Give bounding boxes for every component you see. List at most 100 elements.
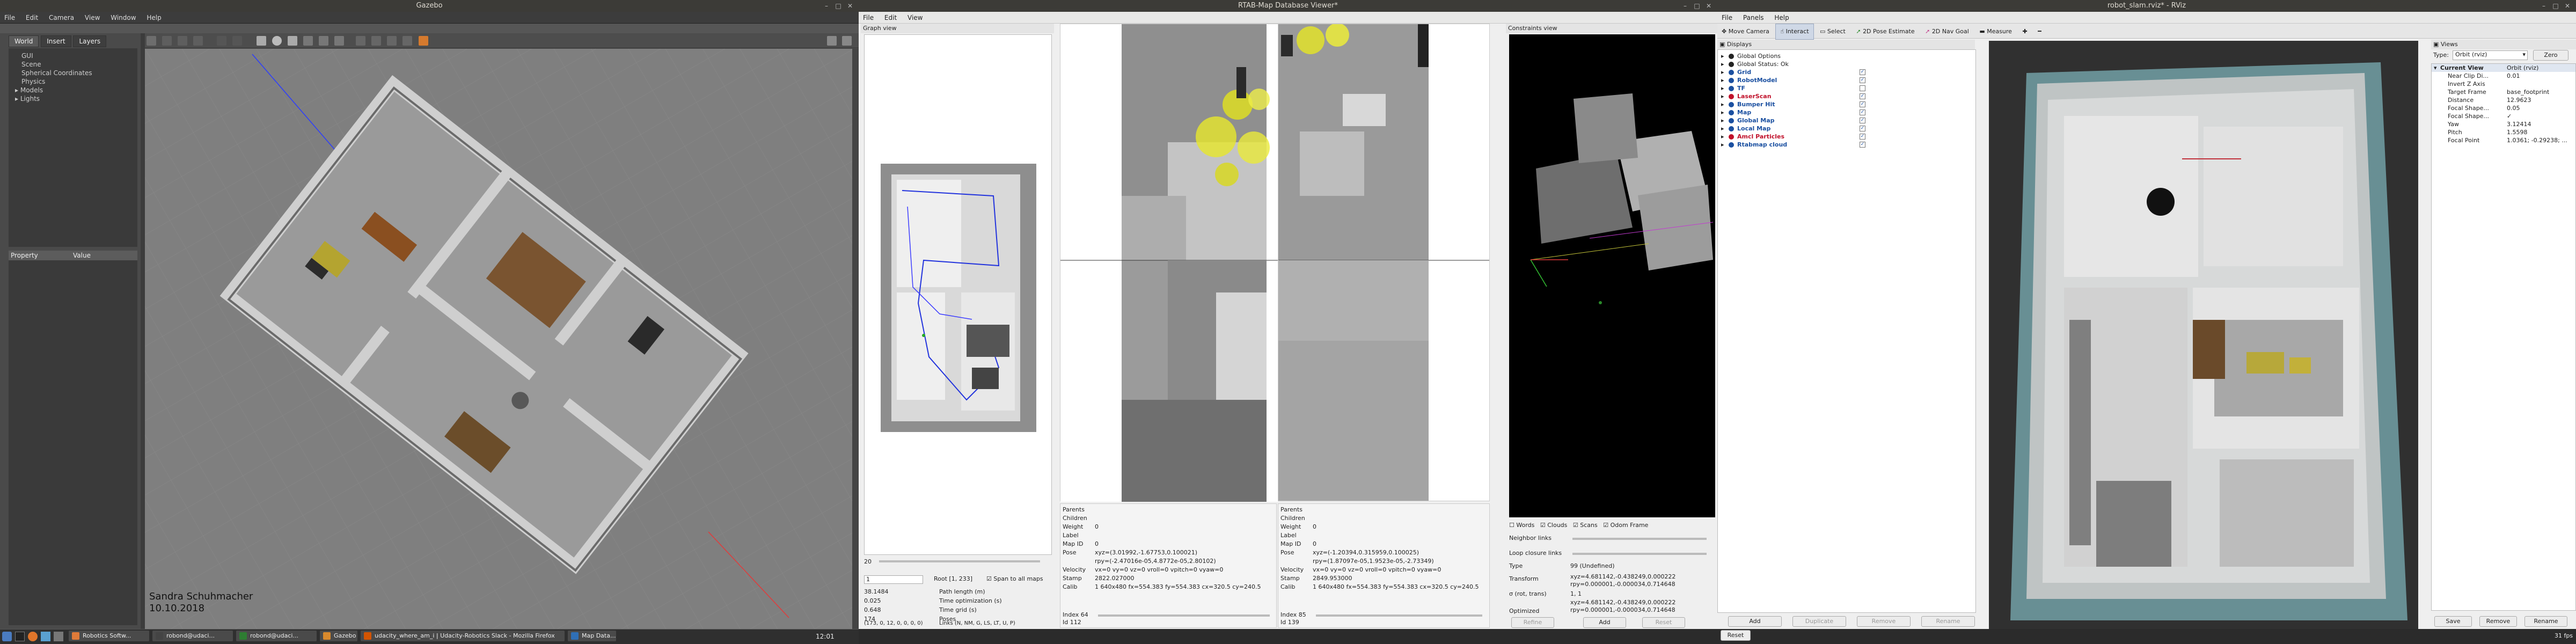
splitter[interactable] [141,33,145,629]
screenshot-icon[interactable] [827,36,837,46]
expand-arrow-icon[interactable]: ▸ [15,95,20,103]
view-prop-row[interactable]: Yaw 3.12414 [2432,120,2575,128]
tab-layers[interactable]: Layers [73,35,107,47]
undo-icon[interactable] [217,36,227,46]
taskbar-button[interactable]: robond@udaci... [236,631,317,641]
tab-world[interactable]: World [9,35,39,47]
menu-window[interactable]: Window [106,12,140,24]
display-checkbox[interactable] [1860,85,1865,91]
display-item[interactable]: ▸ TF [1718,84,1975,92]
check-scans[interactable]: ☑ Scans [1573,522,1598,529]
menu-help[interactable]: Help [142,12,165,24]
sphere-icon[interactable] [272,36,282,46]
menu-file[interactable]: File [1717,12,1737,24]
display-item[interactable]: ▸ Map ✓ [1718,108,1975,116]
taskbar-button[interactable]: udacity_where_am_i | Udacity-Robotics Sl… [361,631,565,641]
save-view-button[interactable]: Save [2434,616,2472,627]
log-icon[interactable] [842,36,852,46]
taskbar-button[interactable]: Robotics Softw... [69,631,149,641]
gazebo-viewport[interactable]: Sandra Schuhmacher 10.10.2018 [145,49,852,629]
cylinder-icon[interactable] [287,36,297,46]
span-to-all-maps[interactable]: ☑ Span to all maps [986,575,1043,583]
change-view-icon[interactable] [418,36,428,46]
display-checkbox[interactable]: ✓ [1860,126,1865,131]
reset-button[interactable]: Reset [1642,617,1685,628]
display-item[interactable]: ▸ Global Map ✓ [1718,116,1975,125]
refine-button[interactable]: Refine [1511,617,1554,628]
current-view-row[interactable]: ▾ Current View Orbit (rviz) [2432,64,2575,72]
select-arrow-icon[interactable] [147,36,156,46]
display-item[interactable]: ▸ Local Map ✓ [1718,125,1975,133]
rviz-render-panel[interactable] [1989,41,2418,629]
display-item[interactable]: ▸ Grid ✓ [1718,68,1975,76]
expand-arrow-icon[interactable]: ▸ [15,86,20,94]
tree-item-spherical[interactable]: Spherical Coordinates [11,69,135,77]
display-item[interactable]: ▸ Bumper Hit ✓ [1718,100,1975,108]
view-prop-row[interactable]: Invert Z Axis [2432,80,2575,88]
zero-button[interactable]: Zero [2533,50,2568,61]
menu-view[interactable]: View [903,12,927,24]
duplicate-display-button[interactable]: Duplicate [1792,616,1846,627]
expand-arrow-icon[interactable]: ▸ [1721,133,1724,141]
view-prop-row[interactable]: Near Clip Di... 0.01 [2432,72,2575,80]
check-odom[interactable]: ☑ Odom Frame [1603,522,1648,529]
maximize-icon[interactable]: □ [1693,2,1701,10]
display-item[interactable]: ▸ Amcl Particles ✓ [1718,133,1975,141]
expand-arrow-icon[interactable]: ▸ [1721,141,1724,149]
close-icon[interactable]: ✕ [1704,2,1713,10]
image-view-right[interactable] [1278,24,1490,501]
display-item[interactable]: ▸ Global Options [1718,52,1975,60]
add-tool-icon[interactable]: ✚ [2018,24,2031,39]
image-view-left[interactable] [1060,24,1278,502]
editor-launcher-icon[interactable] [54,632,63,641]
display-checkbox[interactable]: ✓ [1860,142,1865,148]
gazebo-scrollbar[interactable] [852,49,859,629]
expand-arrow-icon[interactable]: ▸ [1721,68,1724,76]
expand-arrow-icon[interactable]: ▸ [1721,60,1724,68]
translate-icon[interactable] [162,36,172,46]
display-checkbox[interactable]: ✓ [1860,77,1865,83]
display-checkbox[interactable]: ✓ [1860,118,1865,123]
menu-panels[interactable]: Panels [1739,12,1768,24]
menu-file[interactable]: File [859,12,878,24]
menu-help[interactable]: Help [1770,12,1793,24]
graph-slider[interactable] [879,560,1040,562]
expand-arrow-icon[interactable]: ▸ [1721,76,1724,84]
check-words[interactable]: ☐ Words [1509,522,1534,529]
display-item[interactable]: ▸ Rtabmap cloud ✓ [1718,141,1975,149]
index-slider-right[interactable] [1316,614,1482,617]
view-prop-row[interactable]: Target Frame base_footprint [2432,88,2575,96]
tool-nav-goal[interactable]: ➚ 2D Nav Goal [1921,24,1973,39]
expand-arrow-icon[interactable]: ▸ [1721,116,1724,125]
tool-pose-estimate[interactable]: ➚ 2D Pose Estimate [1851,24,1919,39]
add-display-button[interactable]: Add [1728,616,1782,627]
menu-view[interactable]: View [80,12,104,24]
tool-measure[interactable]: ▬ Measure [1975,24,2016,39]
minimize-icon[interactable]: – [822,2,831,10]
tree-item-lights[interactable]: ▸ Lights [11,94,135,103]
terminal-launcher-icon[interactable] [15,632,25,641]
menu-edit[interactable]: Edit [880,12,901,24]
taskbar-button[interactable]: robond@udaci... [152,631,233,641]
display-checkbox[interactable]: ✓ [1860,69,1865,75]
taskbar-button[interactable]: Gazebo [320,631,357,641]
display-checkbox[interactable]: ✓ [1860,134,1865,140]
tree-item-scene[interactable]: Scene [11,60,135,69]
scale-icon[interactable] [193,36,203,46]
type-select[interactable]: Orbit (rviz) ▾ [2453,50,2528,60]
remove-tool-icon[interactable]: ━ [2033,24,2046,39]
maximize-icon[interactable]: □ [834,2,843,10]
minimize-icon[interactable]: – [1681,2,1689,10]
dirlight-icon[interactable] [334,36,345,46]
maximize-icon[interactable]: □ [2551,2,2560,10]
tool-interact[interactable]: ☝ Interact [1775,24,1814,40]
align-icon[interactable] [387,36,397,46]
rviz-reset-button[interactable]: Reset [1721,630,1751,641]
redo-icon[interactable] [232,36,243,46]
view-prop-row[interactable]: Focal Shape... 0.05 [2432,104,2575,112]
view-prop-row[interactable]: Pitch 1.5598 [2432,128,2575,136]
display-item[interactable]: ▸ Global Status: Ok [1718,60,1975,68]
tool-select[interactable]: ▭ Select [1816,24,1850,39]
expand-arrow-icon[interactable]: ▸ [1721,52,1724,60]
rename-display-button[interactable]: Rename [1921,616,1975,627]
